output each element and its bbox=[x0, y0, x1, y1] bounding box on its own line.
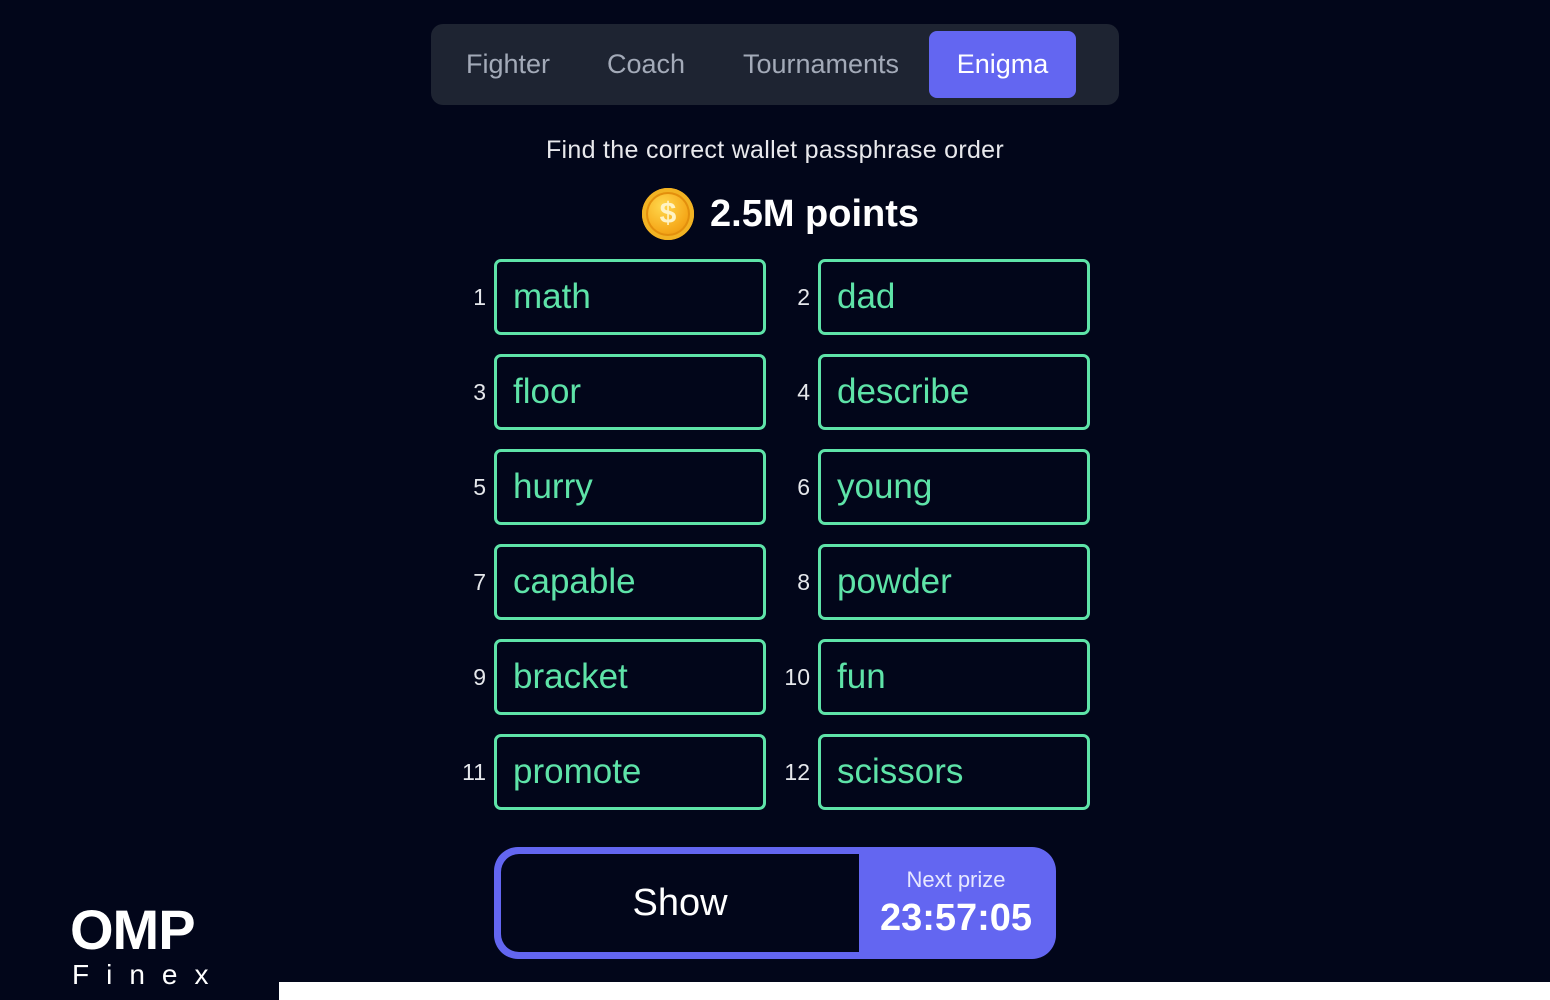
points-label: 2.5M points bbox=[710, 192, 920, 235]
tab-enigma[interactable]: Enigma bbox=[929, 31, 1076, 98]
word-text: powder bbox=[837, 562, 952, 601]
instruction-text: Find the correct wallet passphrase order bbox=[545, 136, 1005, 164]
word-slot[interactable]: hurry bbox=[494, 449, 766, 525]
word-number: 3 bbox=[473, 379, 486, 405]
word-slot[interactable]: bracket bbox=[494, 639, 766, 715]
show-button[interactable]: Show bbox=[501, 854, 859, 952]
word-text: promote bbox=[513, 752, 642, 791]
tab-coach[interactable]: Coach bbox=[593, 31, 699, 98]
word-slot[interactable]: floor bbox=[494, 354, 766, 430]
word-text: capable bbox=[513, 562, 636, 601]
bottom-strip bbox=[279, 982, 1550, 1000]
coin-icon: $ bbox=[642, 188, 694, 240]
word-text: describe bbox=[837, 372, 970, 411]
word-text: dad bbox=[837, 277, 896, 316]
word-text: fun bbox=[837, 657, 886, 696]
word-text: floor bbox=[513, 372, 582, 411]
tab-fighter[interactable]: Fighter bbox=[453, 31, 563, 98]
word-number: 12 bbox=[784, 759, 810, 785]
tab-bar: Fighter Coach Tournaments Enigma bbox=[431, 24, 1119, 105]
word-slot[interactable]: scissors bbox=[818, 734, 1090, 810]
word-slot[interactable]: promote bbox=[494, 734, 766, 810]
points-display: $ 2.5M points bbox=[642, 187, 919, 241]
word-slot[interactable]: young bbox=[818, 449, 1090, 525]
word-text: scissors bbox=[837, 752, 964, 791]
word-text: hurry bbox=[513, 467, 593, 506]
logo-main-text: OMP bbox=[70, 898, 196, 961]
action-bar: Show Next prize 23:57:05 bbox=[494, 847, 1056, 959]
next-prize-timer: 23:57:05 bbox=[879, 897, 1033, 939]
word-text: math bbox=[513, 277, 591, 316]
word-slot[interactable]: describe bbox=[818, 354, 1090, 430]
word-number: 4 bbox=[797, 379, 810, 405]
word-number: 11 bbox=[462, 759, 486, 785]
word-slot[interactable]: fun bbox=[818, 639, 1090, 715]
word-text: bracket bbox=[513, 657, 628, 696]
word-slot[interactable]: capable bbox=[494, 544, 766, 620]
word-number: 2 bbox=[797, 284, 810, 310]
word-text: young bbox=[837, 467, 933, 506]
word-slot[interactable]: powder bbox=[818, 544, 1090, 620]
logo-sub-text: Finex bbox=[72, 959, 226, 990]
word-number: 10 bbox=[784, 664, 810, 690]
word-number: 1 bbox=[473, 284, 486, 310]
word-number: 6 bbox=[797, 474, 810, 500]
tab-tournaments[interactable]: Tournaments bbox=[729, 31, 913, 98]
next-prize-label: Next prize bbox=[906, 867, 1006, 892]
word-slot[interactable]: dad bbox=[818, 259, 1090, 335]
word-number: 9 bbox=[473, 664, 486, 690]
word-number: 8 bbox=[797, 569, 810, 595]
logo: OMP Finex bbox=[70, 900, 220, 990]
word-slot[interactable]: math bbox=[494, 259, 766, 335]
word-number: 7 bbox=[473, 569, 486, 595]
word-number: 5 bbox=[473, 474, 486, 500]
